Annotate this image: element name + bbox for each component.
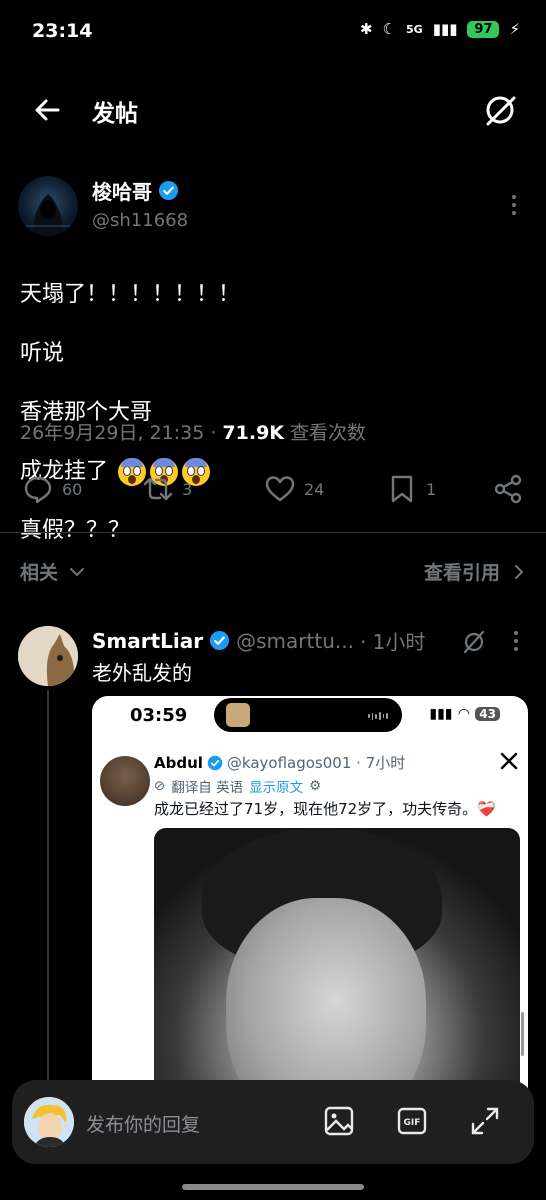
post-line: 真假？？？ xyxy=(20,517,131,543)
cartoon-avatar-image xyxy=(24,1097,74,1147)
portrait-photo xyxy=(154,828,520,1116)
author-handle[interactable]: @sh11668 xyxy=(92,210,188,231)
reply-header: SmartLiar @smarttu... · 1小时 xyxy=(92,626,425,655)
hooded-figure-image xyxy=(24,194,72,236)
battery-level: 97 xyxy=(467,20,500,38)
charging-icon: ⚡ xyxy=(509,20,520,38)
embedded-status-icons: ▮▮▮ ◠ 43 xyxy=(429,706,500,722)
more-options-icon[interactable] xyxy=(506,628,526,654)
reply-input[interactable]: 发布你的回复 xyxy=(86,1110,200,1137)
bluetooth-icon: ✱ xyxy=(359,20,373,38)
settings-icon: ⚙ xyxy=(309,778,322,794)
signal-icon: ▮▮▮ xyxy=(429,706,453,722)
signal-icon: ▮▮▮ xyxy=(432,20,458,38)
embedded-screenshot[interactable]: 03:59 ▮▮▮ ◠ 43 Abdul @kayoflagos001 · 7小… xyxy=(92,696,528,1116)
post-text: 天塌了！！！！！！！ 听说 香港那个大哥 成龙挂了 真假？？？ xyxy=(20,250,240,575)
bookmark-icon xyxy=(391,475,413,503)
repost-button[interactable]: 3 xyxy=(142,473,192,505)
verified-badge-icon xyxy=(158,180,179,201)
post-line: 听说 xyxy=(20,340,65,366)
reply-author-handle[interactable]: @smarttu... xyxy=(236,629,354,653)
verified-badge-icon xyxy=(210,630,230,651)
dynamic-island xyxy=(214,698,402,732)
reply-button[interactable]: 60 xyxy=(22,473,82,505)
gif-icon[interactable]: GIF xyxy=(395,1104,429,1138)
views-label[interactable]: 查看次数 xyxy=(284,422,366,444)
wifi-icon: ◠ xyxy=(458,706,470,722)
verified-badge-icon xyxy=(207,755,223,770)
embedded-text: 成龙已经过了71岁，现在他72岁了，功夫传奇。❤️‍🩹 xyxy=(154,800,496,818)
view-count: 71.9K xyxy=(222,422,285,444)
embedded-author-avatar xyxy=(100,756,150,806)
reply-author-avatar[interactable] xyxy=(18,626,78,686)
embedded-author: Abdul @kayoflagos001 · 7小时 xyxy=(154,753,406,773)
back-arrow-icon[interactable] xyxy=(28,90,68,130)
reply-composer[interactable]: 发布你的回复 GIF xyxy=(12,1080,534,1164)
post-timestamp: 26年9月29日, 21:35 · xyxy=(20,422,223,444)
embedded-scrollbar xyxy=(521,1012,524,1056)
like-button[interactable]: 24 xyxy=(264,473,324,505)
reply-author-name[interactable]: SmartLiar xyxy=(92,629,203,653)
author-avatar[interactable] xyxy=(18,176,78,236)
post-line: 天塌了！！！！！！！ xyxy=(20,281,241,307)
post-actions: 60 3 24 1 xyxy=(0,470,546,510)
chevron-right-icon xyxy=(515,564,524,579)
image-icon[interactable] xyxy=(322,1104,356,1138)
more-options-icon[interactable] xyxy=(502,190,526,220)
share-button[interactable] xyxy=(492,473,524,505)
page-title: 发帖 xyxy=(92,101,138,127)
grok-icon[interactable] xyxy=(480,90,520,130)
bookmark-button[interactable]: 1 xyxy=(386,473,436,505)
heart-icon xyxy=(265,476,295,502)
svg-text:GIF: GIF xyxy=(404,1118,421,1128)
embedded-battery: 43 xyxy=(475,707,500,721)
view-quotes-link[interactable]: 查看引用 xyxy=(424,558,526,585)
translate-icon: ⊘ xyxy=(154,778,166,794)
reply-time: · 1小时 xyxy=(359,630,426,654)
reply-icon xyxy=(24,476,52,504)
share-icon xyxy=(494,474,522,504)
home-indicator[interactable] xyxy=(182,1184,364,1190)
embedded-time: 03:59 xyxy=(130,705,188,726)
audio-wave-icon xyxy=(368,712,389,720)
my-avatar xyxy=(24,1097,74,1147)
post-meta: 26年9月29日, 21:35 · 71.9K 查看次数 xyxy=(20,418,366,445)
embedded-status-bar: 03:59 ▮▮▮ ◠ 43 xyxy=(92,696,528,736)
chevron-down-icon xyxy=(70,567,85,576)
moon-icon: ☾ xyxy=(382,20,396,38)
network-label: 5G xyxy=(406,22,423,36)
status-time: 23:14 xyxy=(32,20,93,42)
status-icons: ✱ ☾ 5G ▮▮▮ 97 ⚡ xyxy=(360,20,520,38)
repost-icon xyxy=(143,477,173,501)
thread-line xyxy=(47,690,49,1090)
island-avatar xyxy=(226,703,250,727)
reply-text: 老外乱发的 xyxy=(92,661,192,685)
cat-image xyxy=(18,626,78,686)
section-divider xyxy=(0,532,546,533)
author-name[interactable]: 梭哈哥 xyxy=(92,176,179,205)
translation-info: ⊘ 翻译自 英语 显示原文 ⚙ xyxy=(154,778,322,796)
related-sort-dropdown[interactable]: 相关 xyxy=(20,558,86,585)
expand-icon[interactable] xyxy=(468,1104,502,1138)
grok-icon[interactable] xyxy=(460,628,488,656)
x-logo-icon xyxy=(500,752,518,770)
